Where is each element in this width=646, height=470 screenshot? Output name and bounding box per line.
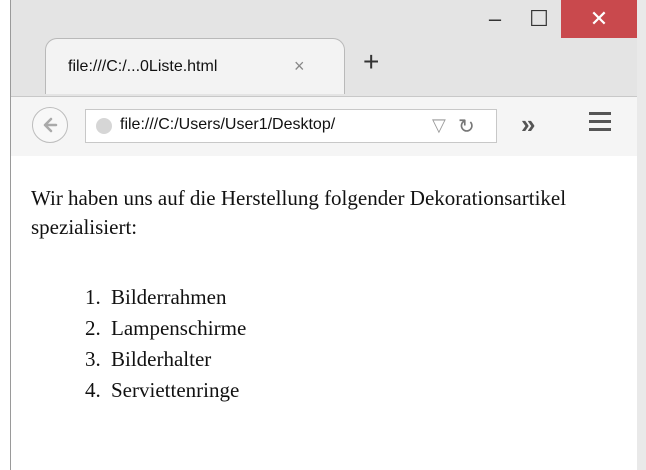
minimize-button[interactable]: – — [473, 0, 517, 38]
tab-title: file:///C:/...0Liste.html — [68, 58, 218, 75]
maximize-button[interactable]: ☐ — [517, 0, 561, 38]
list-item-text: Serviettenringe — [111, 378, 240, 402]
back-arrow-icon — [43, 117, 58, 133]
browser-window: file:///C:/...0Liste.html × + – ☐ ✕ file… — [10, 0, 646, 470]
menu-line — [589, 112, 611, 115]
navigation-toolbar: file:///C:/Users/User1/Desktop/ ▽ ↻ » — [11, 96, 637, 158]
url-text: file:///C:/Users/User1/Desktop/ — [120, 116, 336, 133]
list-number: 4. — [85, 378, 101, 402]
menu-line — [589, 128, 611, 131]
address-bar[interactable]: file:///C:/Users/User1/Desktop/ ▽ ↻ — [85, 109, 497, 143]
intro-paragraph: Wir haben uns auf die Herstellung folgen… — [31, 186, 567, 239]
close-window-button[interactable]: ✕ — [561, 0, 637, 38]
list-item-text: Bilderrahmen — [111, 285, 227, 309]
ordered-list: 1. Bilderrahmen 2. Lampenschirme 3. Bilderh… — [11, 282, 246, 406]
list-item: 1. Bilderrahmen — [11, 282, 246, 313]
back-button[interactable] — [32, 107, 68, 143]
browser-tab[interactable]: file:///C:/...0Liste.html × — [45, 38, 345, 94]
list-item: 4. Serviettenringe — [11, 375, 246, 406]
menu-hamburger-icon[interactable] — [589, 112, 611, 136]
list-number: 3. — [85, 347, 101, 371]
reload-icon[interactable]: ↻ — [458, 114, 475, 139]
site-identity-icon[interactable] — [96, 118, 112, 134]
tab-close-icon[interactable]: × — [294, 56, 305, 77]
menu-line — [589, 120, 611, 123]
page-content: Wir haben uns auf die Herstellung folgen… — [11, 156, 637, 470]
new-tab-button[interactable]: + — [363, 48, 379, 76]
list-item: 3. Bilderhalter — [11, 344, 246, 375]
history-dropdown-icon[interactable]: ▽ — [432, 115, 446, 136]
toolbar-overflow-button[interactable]: » — [521, 109, 535, 140]
list-number: 2. — [85, 316, 101, 340]
list-item: 2. Lampenschirme — [11, 313, 246, 344]
list-number: 1. — [85, 285, 101, 309]
title-bar: file:///C:/...0Liste.html × + – ☐ ✕ — [11, 0, 637, 96]
list-item-text: Lampenschirme — [111, 316, 247, 340]
list-item-text: Bilderhalter — [111, 347, 212, 371]
